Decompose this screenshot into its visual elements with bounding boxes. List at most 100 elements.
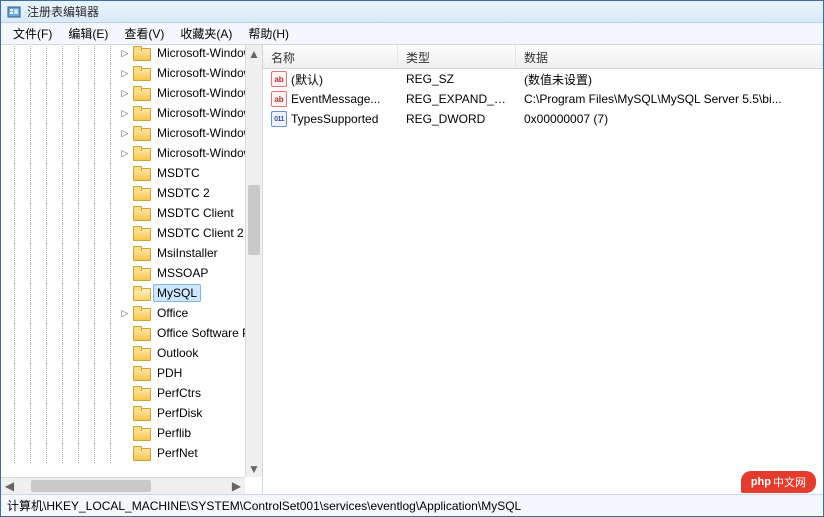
expander-icon[interactable]: ▷ [119, 47, 131, 59]
value-row[interactable]: 011TypesSupportedREG_DWORD0x00000007 (7) [263, 109, 823, 129]
tree-item-label: Outlook [153, 344, 202, 362]
tree-item[interactable]: Perflib [1, 423, 262, 443]
scroll-thumb-vertical[interactable] [248, 185, 260, 255]
tree-item-label: Perflib [153, 424, 195, 442]
tree-item[interactable]: Office Software Pro [1, 323, 262, 343]
scroll-thumb-horizontal[interactable] [31, 480, 151, 492]
folder-icon [133, 386, 149, 400]
menu-edit[interactable]: 编辑(E) [60, 23, 116, 44]
expander-icon [119, 247, 131, 259]
tree-item[interactable]: PDH [1, 363, 262, 383]
expander-icon [119, 287, 131, 299]
folder-icon [133, 346, 149, 360]
tree-item[interactable]: ▷Microsoft-Windows [1, 63, 262, 83]
value-type: REG_EXPAND_SZ [398, 92, 516, 106]
tree-item[interactable]: MSDTC 2 [1, 183, 262, 203]
menubar: 文件(F) 编辑(E) 查看(V) 收藏夹(A) 帮助(H) [1, 23, 823, 45]
expander-icon [119, 327, 131, 339]
folder-icon [133, 246, 149, 260]
folder-icon [133, 286, 149, 300]
folder-icon [133, 186, 149, 200]
tree-item[interactable]: MsiInstaller [1, 243, 262, 263]
string-value-icon: ab [271, 91, 287, 107]
string-value-icon: ab [271, 71, 287, 87]
tree-item[interactable]: ▷Microsoft-Windows [1, 123, 262, 143]
tree-item[interactable]: ▷Microsoft-Windows [1, 83, 262, 103]
value-name: EventMessage... [291, 92, 380, 106]
folder-icon [133, 366, 149, 380]
expander-icon[interactable]: ▷ [119, 67, 131, 79]
tree-item-label: PerfCtrs [153, 384, 205, 402]
tree-item-label: MSSOAP [153, 264, 212, 282]
tree-item[interactable]: PerfNet [1, 443, 262, 463]
tree-item-label: MSDTC [153, 164, 204, 182]
expander-icon[interactable]: ▷ [119, 87, 131, 99]
folder-icon [133, 146, 149, 160]
column-header-type[interactable]: 类型 [398, 45, 516, 68]
tree-item[interactable]: MySQL [1, 283, 262, 303]
tree-item-label: Office [153, 304, 192, 322]
tree-scrollbar-vertical[interactable]: ▲ ▼ [245, 45, 262, 477]
expander-icon [119, 347, 131, 359]
menu-file[interactable]: 文件(F) [5, 23, 60, 44]
folder-icon [133, 206, 149, 220]
expander-icon [119, 427, 131, 439]
tree-item[interactable]: ▷ Office [1, 303, 262, 323]
tree-item[interactable]: MSDTC Client [1, 203, 262, 223]
folder-icon [133, 266, 149, 280]
tree-pane: ▷Microsoft-Windows▷Microsoft-Windows▷Mic… [1, 45, 263, 494]
menu-help[interactable]: 帮助(H) [240, 23, 297, 44]
tree-item[interactable]: ▷Microsoft-Windows [1, 103, 262, 123]
menu-favorites[interactable]: 收藏夹(A) [172, 23, 240, 44]
tree-scrollbar-horizontal[interactable]: ◀ ▶ [1, 477, 245, 494]
expander-icon [119, 387, 131, 399]
menu-view[interactable]: 查看(V) [116, 23, 172, 44]
tree-item-label: PerfNet [153, 444, 202, 462]
value-name: (默认) [291, 71, 323, 88]
folder-icon [133, 446, 149, 460]
column-header-data[interactable]: 数据 [516, 45, 823, 68]
folder-icon [133, 306, 149, 320]
tree-item[interactable]: MSDTC [1, 163, 262, 183]
expander-icon [119, 267, 131, 279]
value-data: C:\Program Files\MySQL\MySQL Server 5.5\… [516, 92, 823, 106]
expander-icon[interactable]: ▷ [119, 107, 131, 119]
folder-icon [133, 326, 149, 340]
scroll-right-arrow-icon[interactable]: ▶ [228, 478, 245, 494]
value-type: REG_SZ [398, 72, 516, 86]
tree-item[interactable]: MSDTC Client 2 [1, 223, 262, 243]
folder-icon [133, 226, 149, 240]
values-list-body[interactable]: ab(默认)REG_SZ(数值未设置)abEventMessage...REG_… [263, 69, 823, 494]
tree-item[interactable]: Outlook [1, 343, 262, 363]
statusbar: 计算机\HKEY_LOCAL_MACHINE\SYSTEM\ControlSet… [1, 494, 823, 516]
tree-item[interactable]: PerfDisk [1, 403, 262, 423]
tree-item-label: MSDTC Client [153, 204, 238, 222]
values-list-header: 名称 类型 数据 [263, 45, 823, 69]
expander-icon[interactable]: ▷ [119, 307, 131, 319]
folder-icon [133, 126, 149, 140]
expander-icon [119, 447, 131, 459]
value-row[interactable]: ab EventMessage... REG_EXPAND_SZC:\Program… [263, 89, 823, 109]
tree-item-label: MSDTC 2 [153, 184, 214, 202]
registry-editor-window: 注册表编辑器 文件(F) 编辑(E) 查看(V) 收藏夹(A) 帮助(H) ▷M… [0, 0, 824, 517]
scroll-down-arrow-icon[interactable]: ▼ [246, 460, 262, 477]
tree-item[interactable]: ▷Microsoft-Windows [1, 45, 262, 63]
tree-item[interactable]: PerfCtrs [1, 383, 262, 403]
tree-viewport[interactable]: ▷Microsoft-Windows▷Microsoft-Windows▷Mic… [1, 45, 262, 494]
expander-icon[interactable]: ▷ [119, 147, 131, 159]
value-data: 0x00000007 (7) [516, 112, 823, 126]
expander-icon [119, 227, 131, 239]
expander-icon [119, 367, 131, 379]
expander-icon[interactable]: ▷ [119, 127, 131, 139]
app-icon [7, 5, 21, 19]
tree-item[interactable]: MSSOAP [1, 263, 262, 283]
tree-item[interactable]: ▷Microsoft-Windows [1, 143, 262, 163]
scroll-left-arrow-icon[interactable]: ◀ [1, 478, 18, 494]
value-row[interactable]: ab(默认)REG_SZ(数值未设置) [263, 69, 823, 89]
column-header-name[interactable]: 名称 [263, 45, 398, 68]
folder-icon [133, 86, 149, 100]
scroll-up-arrow-icon[interactable]: ▲ [246, 45, 262, 62]
titlebar[interactable]: 注册表编辑器 [1, 1, 823, 23]
folder-icon [133, 166, 149, 180]
tree-item-label: PerfDisk [153, 404, 206, 422]
